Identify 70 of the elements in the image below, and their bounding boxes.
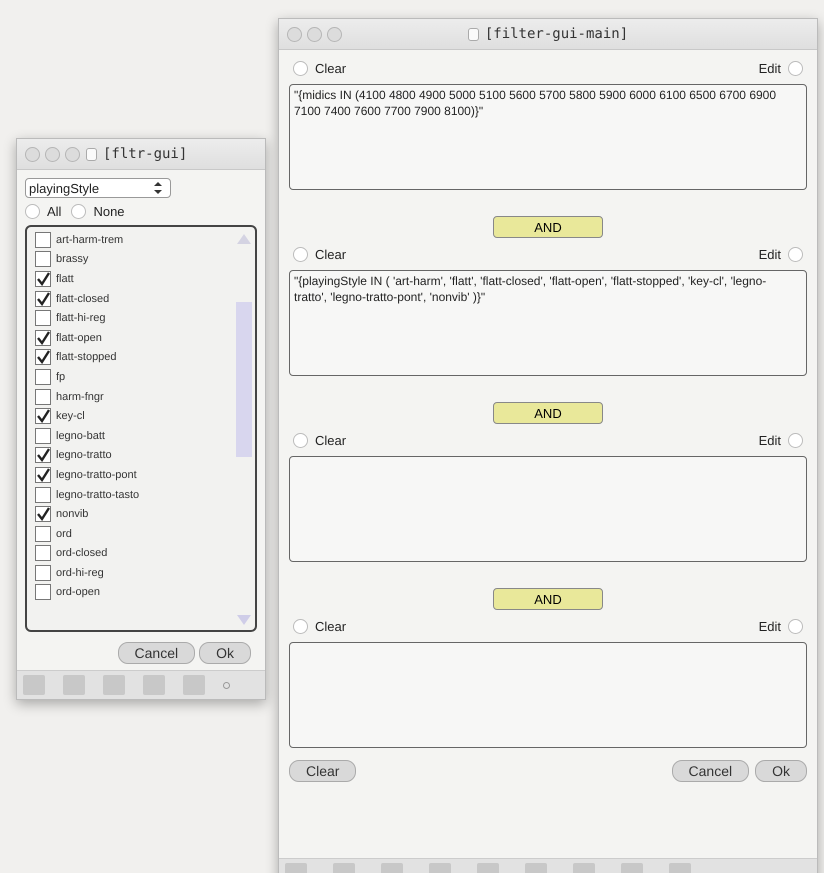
edit-radio[interactable]: Edit (758, 246, 803, 262)
value-label: flatt-hi-reg (56, 312, 106, 324)
checkbox[interactable] (35, 251, 51, 268)
value-label: legno-tratto-tasto (56, 488, 140, 501)
checkbox[interactable] (35, 290, 51, 307)
checkbox[interactable] (35, 584, 51, 600)
checkbox[interactable] (35, 428, 51, 444)
document-icon (468, 28, 479, 40)
checkbox[interactable] (35, 506, 51, 522)
and-operator-button[interactable]: AND (493, 588, 603, 610)
query-text-area[interactable] (289, 642, 807, 748)
value-label: ord-hi-reg (56, 566, 104, 579)
edit-radio[interactable]: Edit (758, 60, 803, 76)
dialog-button[interactable]: Cancel (672, 760, 750, 782)
and-operator-button[interactable]: AND (493, 216, 603, 238)
checkbox[interactable] (35, 310, 51, 326)
checkbox[interactable] (35, 545, 51, 562)
stepper-arrows-icon (154, 182, 162, 194)
value-label: nonvib (56, 508, 88, 520)
window-title: [filter-gui-main] (484, 26, 628, 42)
checkbox[interactable] (35, 526, 51, 542)
and-operator-button[interactable]: AND (493, 402, 603, 424)
checkbox[interactable] (35, 349, 51, 366)
clear-radio[interactable]: Clear (293, 246, 346, 262)
value-label: flatt (56, 272, 74, 285)
checkbox[interactable] (35, 330, 51, 346)
value-label: art-harm-trem (56, 234, 124, 246)
document-icon (86, 148, 97, 160)
checkbox[interactable] (35, 447, 51, 464)
status-dot-icon (223, 682, 230, 688)
value-label: flatt-closed (56, 292, 110, 305)
value-label: flatt-open (56, 332, 102, 344)
clear-radio[interactable]: Clear (293, 60, 346, 76)
radio-option[interactable]: All (25, 204, 62, 219)
window-controls-icon (25, 146, 80, 162)
query-text-area[interactable]: "{playingStyle IN ( 'art-harm', 'flatt', 'flatt-closed', 'flatt-open', 'flatt-stopped', 'key-cl', 'legno-tratto', 'legno-tratto-pont', 'nonvib' )}" (289, 270, 807, 376)
dialog-button[interactable]: Cancel (118, 642, 196, 664)
value-label: ord-open (56, 586, 100, 598)
scrollbar-thumb[interactable] (236, 302, 252, 457)
radio-option[interactable]: None (71, 204, 125, 219)
edit-radio[interactable]: Edit (758, 618, 803, 634)
value-label: brassy (56, 253, 88, 266)
checkbox[interactable] (35, 232, 51, 248)
value-label: ord (56, 528, 72, 540)
value-label: flatt-stopped (56, 351, 117, 364)
checkbox[interactable] (35, 564, 51, 581)
clear-radio[interactable]: Clear (293, 432, 346, 448)
query-text-area[interactable]: "{midics IN (4100 4800 4900 5000 5100 5600 5700 5800 5900 6000 6100 6500 6700 6900 7100 7400 7600 7700 7900 8100)}" (289, 84, 807, 190)
checkbox[interactable] (35, 270, 51, 287)
dialog-button[interactable]: Ok (199, 642, 251, 664)
edit-radio[interactable]: Edit (758, 432, 803, 448)
window-controls-icon (287, 26, 342, 42)
checkbox[interactable] (35, 486, 51, 503)
value-label: harm-fngr (56, 390, 104, 403)
value-label: legno-tratto-pont (56, 468, 137, 481)
clear-radio[interactable]: Clear (293, 618, 346, 634)
attribute-dropdown[interactable]: playingStyle (25, 178, 171, 198)
value-label: ord-closed (56, 547, 108, 560)
checkbox[interactable] (35, 466, 51, 483)
value-label: fp (56, 370, 66, 383)
checkbox[interactable] (35, 408, 51, 424)
value-label: legno-tratto (56, 449, 112, 462)
clear-all-button[interactable]: Clear (289, 760, 356, 782)
window-title: [fltr-gui] (103, 146, 188, 162)
checkbox[interactable] (35, 388, 51, 405)
query-text-area[interactable] (289, 456, 807, 562)
value-label: legno-batt (56, 430, 105, 442)
checkbox[interactable] (35, 368, 51, 385)
value-label: key-cl (56, 410, 85, 422)
dialog-button[interactable]: Ok (755, 760, 807, 782)
